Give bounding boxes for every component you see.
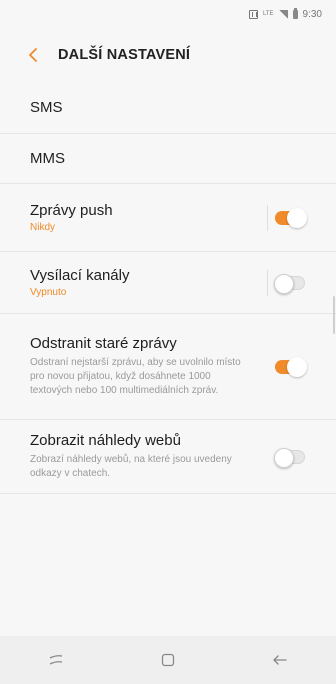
settings-list: SMS MMS Zprávy push Nikdy Vysílací kanál… [0,82,336,494]
navigation-bar [0,636,336,684]
broadcast-toggle[interactable] [274,273,305,294]
toggle-knob [287,356,307,377]
vertical-divider [267,269,268,296]
page-title: DALŠÍ NASTAVENÍ [58,47,191,63]
settings-item-delete-old[interactable]: Odstranit staré zprávy Odstraní nejstarš… [0,314,336,420]
recent-apps-icon[interactable] [36,645,76,675]
status-bar: LTE 9:30 [0,0,336,28]
sms-label: SMS [30,99,63,116]
delete-old-label: Odstranit staré zprávy [30,335,177,352]
toggle-knob [287,207,307,228]
settings-item-previews[interactable]: Zobrazit náhledy webů Zobrazí náhledy we… [0,420,336,494]
toggle-knob [274,447,294,468]
signal-icon [278,9,288,19]
delete-old-description: Odstraní nejstarší zprávu, aby se uvolni… [30,357,241,396]
back-icon[interactable] [260,645,300,675]
battery-icon [292,7,298,19]
vertical-divider [267,204,268,231]
app-bar: DALŠÍ NASTAVENÍ [0,28,336,82]
delete-old-toggle[interactable] [275,356,307,377]
settings-item-mms[interactable]: MMS [0,134,336,184]
settings-item-broadcast[interactable]: Vysílací kanály Vypnuto [0,252,336,314]
back-arrow-icon[interactable] [22,44,44,66]
previews-label: Zobrazit náhledy webů [30,432,181,449]
broadcast-status: Vypnuto [30,287,67,298]
push-toggle[interactable] [275,207,307,228]
previews-description: Zobrazí náhledy webů, na které jsou uved… [30,454,232,479]
toggle-knob [274,273,294,294]
broadcast-label: Vysílací kanály [30,267,130,284]
clock: 9:30 [302,8,322,20]
scrollbar[interactable] [333,296,335,334]
lte-icon: LTE [262,11,274,17]
push-status: Nikdy [30,222,56,233]
push-label: Zprávy push [30,202,113,219]
screen: LTE 9:30 DALŠÍ NASTAVENÍ SMS MMS Zprávy … [0,0,336,684]
mms-label: MMS [30,150,65,167]
previews-toggle[interactable] [274,447,305,468]
settings-item-sms[interactable]: SMS [0,82,336,134]
home-icon[interactable] [148,645,188,675]
settings-item-push[interactable]: Zprávy push Nikdy [0,184,336,252]
nfc-icon [248,9,258,19]
